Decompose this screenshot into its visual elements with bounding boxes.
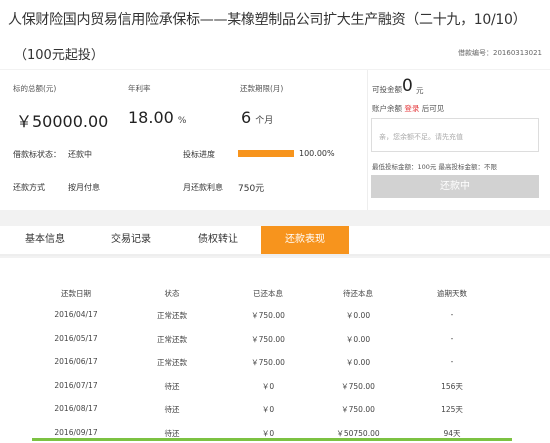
loan-summary-panel: 标的总额(元) 年利率 还款期限(月) ￥50000.00 18.00% 6 个月… [0, 70, 367, 210]
cell-date: 2016/04/17 [54, 310, 98, 319]
monthly-interest-label: 月还款利息 [183, 183, 223, 192]
loan-number: 借款编号：20160313021 [458, 49, 542, 57]
tab-transaction-records[interactable]: 交易记录 [96, 226, 166, 254]
total-amount-value: ￥50000.00 [16, 112, 109, 131]
min-investment-note: （100元起投） [14, 48, 104, 63]
cell-pending: ￥0.00 [345, 334, 371, 344]
cell-overdue: 125天 [441, 405, 463, 414]
col-header-date: 还款日期 [61, 289, 91, 298]
annual-rate-unit: % [177, 116, 187, 126]
tab-basic-info[interactable]: 基本信息 [10, 226, 80, 254]
cell-overdue: - [450, 310, 454, 319]
tab-debt-transfer[interactable]: 债权转让 [183, 226, 253, 254]
term-value-wrap: 6 个月 [241, 108, 273, 127]
cell-pending: ￥0.00 [345, 358, 371, 367]
col-header-status: 状态 [164, 289, 180, 298]
repaying-button[interactable]: 还款中 [371, 175, 539, 198]
annual-rate-value: 18.00 [128, 108, 174, 127]
cell-date: 2016/08/17 [54, 404, 98, 413]
progress-value: 100.00% [299, 149, 335, 158]
repay-method-value: 按月付息 [68, 183, 100, 192]
cell-status: 正常还款 [157, 358, 187, 367]
repayment-table: 还款日期 状态 已还本息 待还本息 逾期天数 2016/04/17 正常还款 ￥75… [0, 258, 550, 443]
available-label: 可投金额 [372, 85, 402, 94]
monthly-interest-value: 750元 [238, 184, 265, 194]
cell-pending: ￥750.00 [341, 381, 375, 391]
cell-overdue: 156天 [441, 381, 463, 391]
available-unit: 元 [416, 86, 424, 95]
annual-rate-label: 年利率 [128, 84, 151, 93]
available-value: 0 [402, 76, 413, 96]
balance-prefix: 账户余额 [372, 104, 402, 113]
repay-method-label: 还款方式 [13, 183, 45, 192]
cell-status: 待还 [164, 381, 180, 391]
col-header-pending: 待还本息 [343, 289, 373, 298]
progress-bar [238, 150, 294, 157]
total-amount-label: 标的总额(元) [13, 84, 57, 93]
cell-paid: ￥750.00 [251, 358, 285, 367]
cell-paid: ￥0 [261, 405, 275, 414]
cell-overdue: - [450, 333, 454, 343]
col-header-paid: 已还本息 [253, 289, 283, 298]
cell-status: 正常还款 [157, 334, 187, 344]
balance-suffix: 后可见 [421, 104, 445, 113]
status-value: 还款中 [68, 150, 92, 159]
cell-overdue: 94天 [443, 428, 461, 438]
detail-tabs: 基本信息 交易记录 债权转让 还款表现 [0, 226, 550, 256]
cell-date: 2016/05/17 [54, 333, 98, 343]
cell-date: 2016/06/17 [54, 357, 98, 366]
cell-pending: ￥50750.00 [336, 428, 380, 438]
cell-overdue: - [450, 357, 454, 366]
cell-pending: ￥0.00 [345, 311, 371, 320]
table-footer-bar [32, 438, 512, 441]
cell-pending: ￥750.00 [341, 405, 375, 414]
tab-repayment-performance[interactable]: 还款表现 [261, 226, 349, 254]
invest-amount-input[interactable]: 亲，您余额不足。请先充值 [371, 118, 539, 152]
cell-paid: ￥750.00 [251, 311, 285, 320]
balance-note: 账户余额 登录 后可见 [372, 103, 444, 114]
progress-bar-fill [238, 150, 294, 157]
cell-status: 正常还款 [157, 311, 187, 320]
annual-rate-value-wrap: 18.00% [128, 108, 186, 127]
term-label: 还款期限(月) [240, 84, 284, 93]
loan-title: 人保财险国内贸易信用险承保标——某橡塑制品公司扩大生产融资（二十九，10/10） [8, 12, 527, 28]
term-value: 6 [241, 108, 252, 127]
cell-paid: ￥0 [261, 428, 275, 438]
loan-header: 人保财险国内贸易信用险承保标——某橡塑制品公司扩大生产融资（二十九，10/10）… [0, 0, 550, 69]
cell-paid: ￥0 [261, 381, 275, 391]
cell-date: 2016/07/17 [54, 380, 98, 390]
term-unit: 个月 [255, 116, 274, 126]
cell-paid: ￥750.00 [251, 334, 285, 344]
bid-limits: 最低投标金额：100元 最高投标金额：不限 [372, 163, 497, 171]
progress-label: 投标进度 [183, 150, 215, 159]
col-header-overdue: 逾期天数 [437, 289, 467, 298]
cell-status: 待还 [164, 428, 180, 438]
status-label: 借款标状态： [13, 150, 61, 159]
cell-date: 2016/09/17 [54, 427, 98, 437]
login-link[interactable]: 登录 [404, 104, 419, 113]
cell-status: 待还 [164, 405, 180, 414]
